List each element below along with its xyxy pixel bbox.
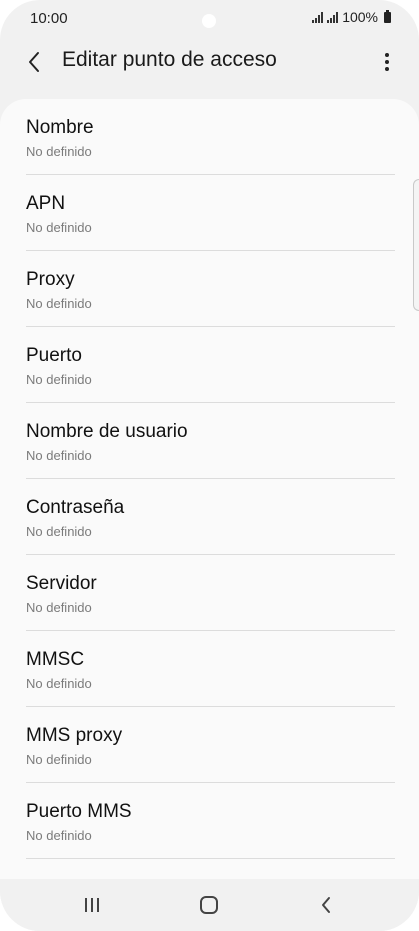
chevron-left-icon <box>29 52 39 72</box>
setting-item-nombre-de-usuario[interactable]: Nombre de usuario No definido <box>0 403 419 479</box>
setting-label: MMSC <box>26 649 85 670</box>
setting-label: Puerto MMS <box>26 801 132 822</box>
home-icon <box>200 896 218 914</box>
signal-icon <box>312 11 324 23</box>
more-vertical-icon-dot <box>385 67 389 71</box>
more-vertical-icon-dot <box>385 60 389 64</box>
setting-label: Servidor <box>26 573 97 594</box>
divider <box>26 858 395 859</box>
setting-value: No definido <box>26 448 92 463</box>
front-camera-cutout <box>202 14 216 28</box>
setting-value: No definido <box>26 676 92 691</box>
setting-item-servidor[interactable]: Servidor No definido <box>0 555 419 631</box>
nav-back-button[interactable] <box>306 891 346 919</box>
settings-list: Nombre No definido APN No definido Proxy… <box>0 99 419 859</box>
setting-item-puerto-mms[interactable]: Puerto MMS No definido <box>0 783 419 859</box>
setting-value: No definido <box>26 144 92 159</box>
scrollbar-thumb[interactable] <box>413 179 419 311</box>
more-vertical-icon-dot <box>385 53 389 57</box>
setting-label: Contraseña <box>26 497 125 518</box>
recent-apps-icon <box>85 898 99 912</box>
settings-card: Nombre No definido APN No definido Proxy… <box>0 99 419 879</box>
setting-value: No definido <box>26 296 92 311</box>
phone-screen: 10:00 100% Editar punto de acceso Nombre… <box>0 0 419 931</box>
setting-item-apn[interactable]: APN No definido <box>0 175 419 251</box>
setting-value: No definido <box>26 524 92 539</box>
setting-label: MMS proxy <box>26 725 123 746</box>
setting-value: No definido <box>26 372 92 387</box>
signal-icon-2 <box>327 11 339 23</box>
setting-value: No definido <box>26 600 92 615</box>
status-time: 10:00 <box>30 10 68 27</box>
status-bar: 10:00 100% <box>0 0 419 36</box>
setting-item-mms-proxy[interactable]: MMS proxy No definido <box>0 707 419 783</box>
setting-value: No definido <box>26 752 92 767</box>
setting-item-mmsc[interactable]: MMSC No definido <box>0 631 419 707</box>
setting-label: APN <box>26 193 66 214</box>
back-icon <box>322 897 330 913</box>
status-indicators: 100% <box>312 9 391 25</box>
navigation-bar <box>0 879 419 931</box>
setting-item-puerto[interactable]: Puerto No definido <box>0 327 419 403</box>
recent-apps-button[interactable] <box>72 891 112 919</box>
setting-label: Proxy <box>26 269 75 290</box>
back-button[interactable] <box>18 46 50 78</box>
app-header: Editar punto de acceso <box>0 36 419 88</box>
more-options-button[interactable] <box>377 48 397 76</box>
setting-item-proxy[interactable]: Proxy No definido <box>0 251 419 327</box>
setting-item-nombre[interactable]: Nombre No definido <box>0 99 419 175</box>
battery-icon <box>384 9 391 23</box>
battery-percentage: 100% <box>342 9 378 25</box>
setting-label: Nombre de usuario <box>26 421 188 442</box>
setting-value: No definido <box>26 220 92 235</box>
page-title: Editar punto de acceso <box>62 48 277 71</box>
setting-label: Nombre <box>26 117 94 138</box>
setting-item-contrasena[interactable]: Contraseña No definido <box>0 479 419 555</box>
home-button[interactable] <box>189 891 229 919</box>
setting-label: Puerto <box>26 345 82 366</box>
setting-value: No definido <box>26 828 92 843</box>
